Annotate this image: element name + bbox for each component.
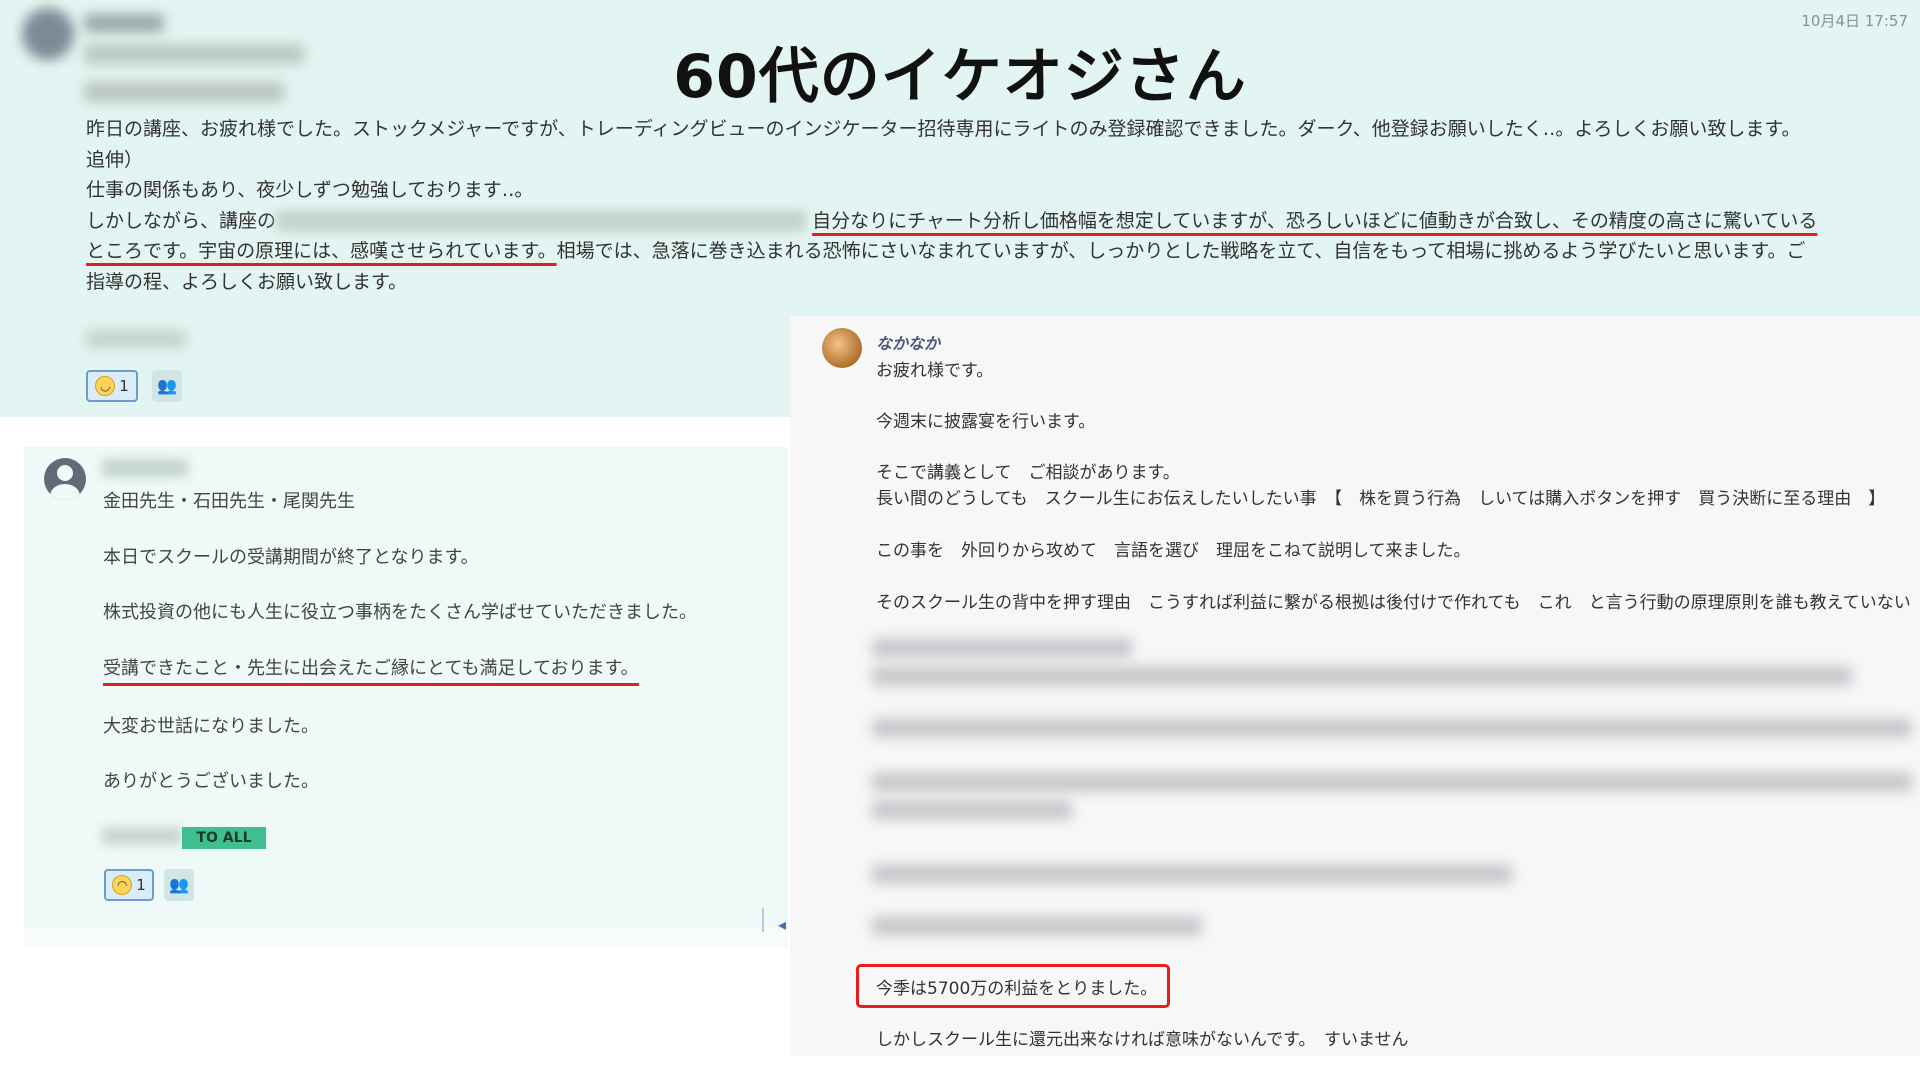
- message-line: そのスクール生の背中を押す理由 こうすれば利益に繋がる根拠は後付けで作れても こ…: [876, 593, 1911, 613]
- page-title: 60代のイケオジさん: [673, 42, 1247, 112]
- collapse-arrow-icon[interactable]: ◂: [778, 915, 786, 934]
- message-line: 今週末に披露宴を行います。: [876, 412, 1096, 432]
- blurred-text: [872, 638, 1132, 658]
- highlighted-text: 今季は5700万の利益をとりました。: [876, 979, 1158, 999]
- signature-blurred: [86, 330, 186, 348]
- avatar: [44, 458, 86, 500]
- read-users-icon[interactable]: 👥: [152, 370, 182, 402]
- message-timestamp: 10月4日 17:57: [1801, 12, 1908, 30]
- message-card-left: 金田先生・石田先生・尾関先生 本日でスクールの受講期間が終了となります。 株式投…: [24, 447, 788, 949]
- blurred-text: [872, 916, 1202, 936]
- blurred-text: [872, 718, 1912, 738]
- message-card-right: なかなか お疲れ様です。 今週末に披露宴を行います。 そこで講義として ご相談が…: [790, 316, 1920, 1056]
- message-line: 長い間のどうしても スクール生にお伝えしたいしたい事 【 株を買う行為 しいては…: [876, 489, 1886, 509]
- read-users-icon[interactable]: 👥: [164, 869, 194, 901]
- reaction-button[interactable]: ◡ 1: [86, 370, 138, 402]
- message-text: しかしながら、講座の: [86, 209, 277, 232]
- message-body: 昨日の講座、お疲れ様でした。ストックメジャーですが、トレーディングビューのインジ…: [86, 114, 1822, 297]
- highlighted-text: 受講できたこと・先生に出会えたご縁にとても満足しております。: [103, 658, 639, 686]
- message-line: お疲れ様です。: [876, 361, 994, 381]
- message-line: 株式投資の他にも人生に役立つ事柄をたくさん学ばせていただきました。: [103, 602, 697, 623]
- message-paragraph: しかしながら、講座の 自分なりにチャート分析し価格幅を想定していますが、恐ろしい…: [86, 206, 1822, 298]
- smile-emoji-icon: ◡: [95, 376, 116, 396]
- sender-name-blurred: [102, 459, 188, 477]
- message-line: しかしスクール生に還元出来なければ意味がないんです。 すいません: [876, 1030, 1409, 1050]
- highlighted-text: 受講できたこと・先生に出会えたご縁にとても満足しております。: [103, 654, 639, 686]
- reaction-count: 1: [136, 876, 146, 894]
- to-recipient-blurred: [102, 827, 182, 845]
- message-paragraph: 昨日の講座、お疲れ様でした。ストックメジャーですが、トレーディングビューのインジ…: [86, 118, 1801, 140]
- blurred-text: [872, 800, 1072, 820]
- course-name-blurred: [276, 210, 807, 232]
- avatar: [822, 328, 862, 368]
- reaction-count: 1: [119, 377, 129, 395]
- to-all-badge: TO ALL: [182, 827, 266, 849]
- message-line: この事を 外回りから攻めて 言語を選び 理屈をこねて説明して来ました。: [876, 541, 1471, 561]
- sender-name: なかなか: [876, 334, 941, 353]
- message-paragraph: 追伸）: [86, 148, 144, 171]
- blurred-text: [872, 772, 1912, 792]
- panel-divider: [24, 929, 788, 949]
- blurred-text: [872, 666, 1852, 686]
- message-line: そこで講義として ご相談があります。: [876, 463, 1180, 483]
- blurred-text: [872, 864, 1512, 884]
- message-line: ありがとうございました。: [103, 771, 319, 792]
- message-line: 大変お世話になりました。: [103, 716, 319, 737]
- message-paragraph: 仕事の関係もあり、夜少しずつ勉強しております‥。: [86, 179, 534, 201]
- message-line: 本日でスクールの受講期間が終了となります。: [103, 547, 479, 568]
- reaction-button[interactable]: ◠ 1: [104, 869, 154, 901]
- message-greeting: 金田先生・石田先生・尾関先生: [103, 491, 355, 512]
- divider: [762, 908, 764, 932]
- emoji-icon: ◠: [112, 875, 133, 895]
